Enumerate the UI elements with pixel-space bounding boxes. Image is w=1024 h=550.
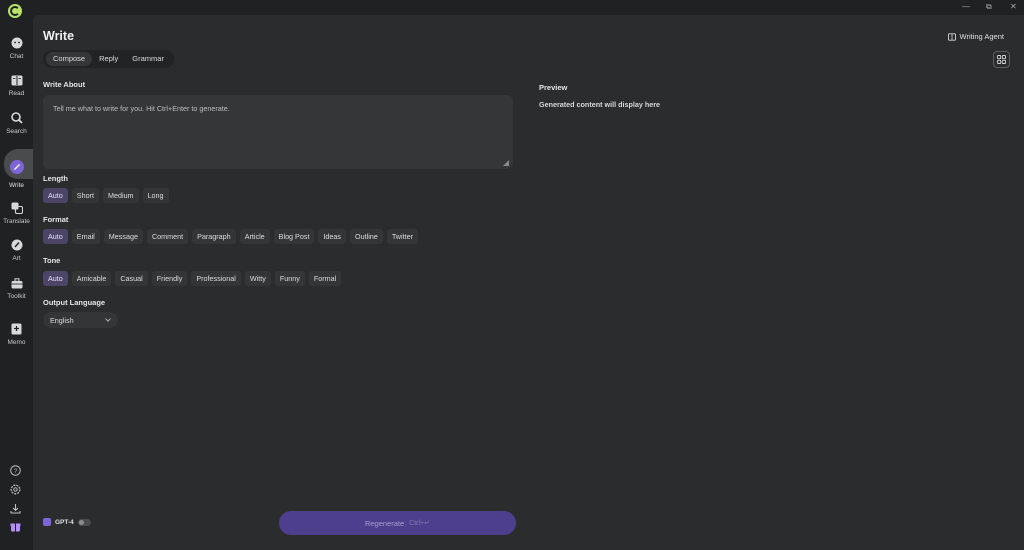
restore-button[interactable]: ⧉ <box>986 2 992 12</box>
sidebar-item-memo[interactable]: Memo <box>0 320 33 354</box>
length-option[interactable]: Auto <box>43 188 68 203</box>
sidebar-item-label: Read <box>8 90 25 97</box>
sidebar-item-label: Toolkit <box>7 293 26 300</box>
output-language-label: Output Language <box>43 298 106 307</box>
format-option[interactable]: Message <box>103 229 143 244</box>
chat-icon <box>10 36 24 50</box>
sidebar: Chat Read Search Write Translate Art Too… <box>0 0 33 550</box>
tone-options: Auto Amicable Casual Friendly Profession… <box>43 271 342 286</box>
tone-option[interactable]: Funny <box>274 271 305 286</box>
sidebar-item-label: Write <box>8 182 25 189</box>
pen-icon <box>9 160 24 174</box>
length-option[interactable]: Long <box>142 188 169 203</box>
format-option[interactable]: Outline <box>350 229 383 244</box>
translate-icon <box>10 201 24 215</box>
tone-option[interactable]: Formal <box>308 271 342 286</box>
sidebar-item-label: Art <box>12 255 21 262</box>
grid-icon <box>997 55 1006 64</box>
page-title: Write <box>43 29 75 43</box>
sidebar-item-chat[interactable]: Chat <box>0 34 33 68</box>
format-option[interactable]: Article <box>239 229 270 244</box>
format-option[interactable]: Ideas <box>318 229 347 244</box>
format-option[interactable]: Auto <box>43 229 68 244</box>
tone-option[interactable]: Professional <box>191 271 241 286</box>
preview-placeholder: Generated content will display here <box>539 100 661 109</box>
sidebar-item-label: Memo <box>7 339 26 346</box>
download-icon[interactable] <box>10 503 21 514</box>
sidebar-item-read[interactable]: Read <box>0 71 33 105</box>
main-panel: Write Compose Reply Grammar Writing Agen… <box>33 15 1024 550</box>
format-option[interactable]: Blog Post <box>273 229 315 244</box>
svg-text:?: ? <box>14 468 18 475</box>
length-option[interactable]: Medium <box>102 188 139 203</box>
model-icon <box>43 518 51 526</box>
layout-grid-button[interactable] <box>993 51 1010 68</box>
model-selector[interactable]: GPT-4 <box>43 518 91 526</box>
sidebar-item-art[interactable]: Art <box>0 236 33 270</box>
tone-option[interactable]: Amicable <box>71 271 112 286</box>
tone-label: Tone <box>43 256 61 265</box>
sidebar-item-translate[interactable]: Translate <box>0 199 33 233</box>
close-button[interactable]: ✕ <box>1010 2 1017 11</box>
sidebar-item-label: Translate <box>3 218 30 225</box>
format-option[interactable]: Twitter <box>386 229 418 244</box>
format-label: Format <box>43 215 69 224</box>
format-options: Auto Email Message Comment Paragraph Art… <box>43 229 418 244</box>
regenerate-button[interactable]: Regenerate Ctrl+↵ <box>279 511 516 535</box>
toolbox-icon <box>10 276 24 290</box>
length-label: Length <box>43 174 68 183</box>
book-open-icon <box>947 32 956 41</box>
regenerate-shortcut: Ctrl+↵ <box>409 520 431 527</box>
memo-icon <box>10 322 24 336</box>
model-label: GPT-4 <box>55 518 74 526</box>
sidebar-item-label: Chat <box>9 53 24 60</box>
app-logo <box>8 4 22 18</box>
format-option[interactable]: Paragraph <box>192 229 236 244</box>
write-tabs: Compose Reply Grammar <box>43 50 174 68</box>
brush-icon <box>10 238 24 252</box>
length-options: Auto Short Medium Long <box>43 188 169 203</box>
tab-reply[interactable]: Reply <box>92 52 125 66</box>
tone-option[interactable]: Friendly <box>151 271 188 286</box>
settings-icon[interactable] <box>10 484 21 495</box>
sidebar-item-write[interactable]: Write <box>0 149 33 189</box>
gift-icon[interactable] <box>10 521 21 532</box>
search-icon <box>10 111 24 125</box>
model-toggle[interactable] <box>77 518 91 526</box>
book-icon <box>10 73 24 87</box>
write-about-label: Write About <box>43 80 86 89</box>
tone-option[interactable]: Witty <box>244 271 271 286</box>
output-language-value: English <box>50 315 74 325</box>
length-option[interactable]: Short <box>71 188 99 203</box>
format-option[interactable]: Comment <box>146 229 189 244</box>
output-language-select[interactable]: English <box>43 312 118 328</box>
chevron-down-icon <box>105 318 111 322</box>
sidebar-item-label: Search <box>6 128 27 135</box>
regenerate-label: Regenerate <box>364 518 405 528</box>
resize-handle-icon[interactable] <box>503 160 509 166</box>
write-about-placeholder: Tell me what to write for you. Hit Ctrl+… <box>53 104 230 113</box>
tab-compose[interactable]: Compose <box>46 52 93 66</box>
minimize-button[interactable]: — <box>962 2 970 11</box>
sidebar-item-toolkit[interactable]: Toolkit <box>0 274 33 308</box>
writing-agent-button[interactable]: Writing Agent <box>947 32 1004 41</box>
write-about-input[interactable]: Tell me what to write for you. Hit Ctrl+… <box>43 95 513 169</box>
preview-title: Preview <box>539 83 568 92</box>
help-icon[interactable]: ? <box>10 465 21 476</box>
format-option[interactable]: Email <box>71 229 100 244</box>
sidebar-item-search[interactable]: Search <box>0 109 33 143</box>
tone-option[interactable]: Casual <box>115 271 148 286</box>
writing-agent-label: Writing Agent <box>959 32 1004 41</box>
tone-option[interactable]: Auto <box>43 271 68 286</box>
tab-grammar[interactable]: Grammar <box>125 52 171 66</box>
